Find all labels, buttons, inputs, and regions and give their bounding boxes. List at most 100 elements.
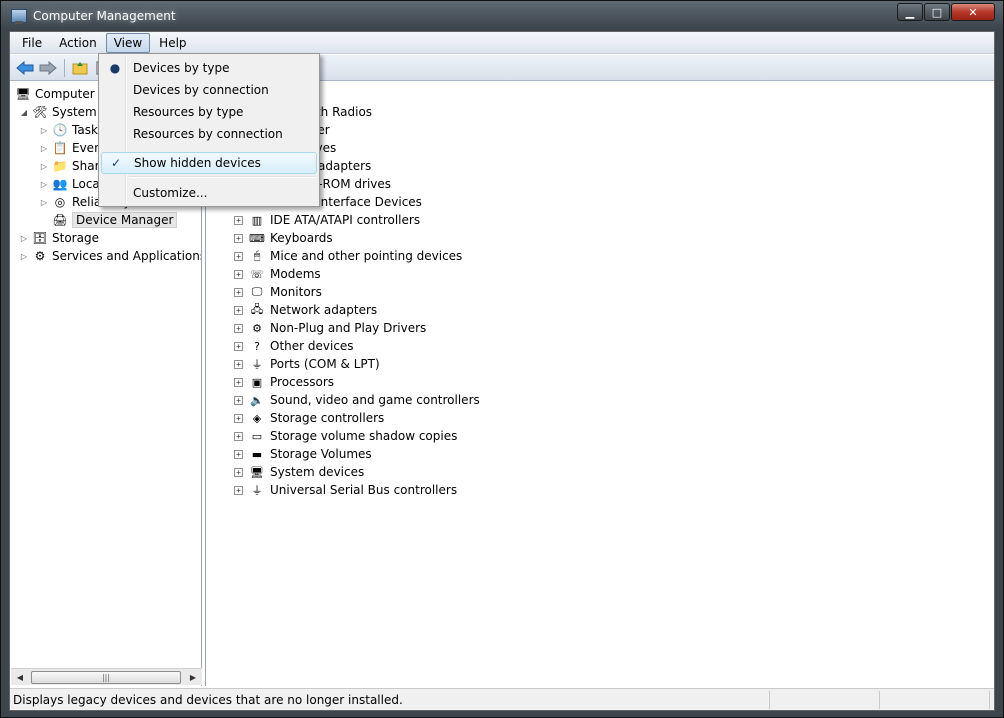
expand-plus-icon[interactable]: + (234, 395, 243, 405)
device-manager-icon: 🖨 (52, 213, 68, 227)
menu-item-devices-by-connection[interactable]: Devices by connection (101, 79, 317, 101)
tree-item-label: Services and Applications (52, 249, 202, 263)
device-category-row[interactable]: + 🖥 System devices (234, 463, 364, 481)
window-controls: ▁ □ ✕ (896, 3, 995, 23)
forward-arrow-icon[interactable] (37, 58, 59, 78)
expand-plus-icon[interactable]: + (234, 287, 243, 297)
system-device-icon: 🖥 (250, 465, 264, 479)
minimize-button[interactable]: ▁ (897, 3, 923, 21)
menu-item-devices-by-type[interactable]: ● Devices by type (101, 57, 317, 79)
device-category-label: Storage controllers (270, 411, 385, 425)
device-category-row[interactable]: + 🔈 Sound, video and game controllers (234, 391, 480, 409)
expand-arrow-icon[interactable]: ▷ (39, 197, 49, 207)
expand-plus-icon[interactable]: + (234, 413, 243, 423)
expand-arrow-icon[interactable]: ▷ (39, 143, 49, 153)
menu-view[interactable]: View (105, 32, 151, 53)
expand-plus-icon[interactable]: + (234, 341, 243, 351)
device-category-row[interactable]: + ◈ Storage controllers (234, 409, 384, 427)
services-icon: ⚙ (34, 249, 46, 263)
device-category-label: System devices (270, 465, 365, 479)
device-category-row[interactable]: + ? Other devices (234, 337, 354, 355)
collapse-arrow-icon[interactable]: ◢ (19, 107, 29, 117)
tree-item-label: Storage (52, 231, 99, 245)
up-folder-icon[interactable] (69, 58, 91, 78)
title-bar[interactable]: Computer Management ▁ □ ✕ (1, 1, 1003, 31)
expand-plus-icon[interactable]: + (234, 467, 243, 477)
device-category-label: Monitors (270, 285, 322, 299)
keyboard-icon: ⌨ (249, 231, 265, 245)
menu-item-label: Customize... (133, 186, 208, 200)
device-category-row[interactable]: + ⏚ Ports (COM & LPT) (234, 355, 380, 373)
driver-icon: ⚙ (252, 321, 262, 335)
close-button[interactable]: ✕ (951, 3, 995, 21)
ide-controller-icon: ▥ (251, 213, 263, 227)
menu-item-label: Resources by type (133, 105, 244, 119)
speaker-icon: 🔈 (250, 393, 264, 407)
expand-plus-icon[interactable]: + (234, 233, 243, 243)
users-icon: 👥 (52, 177, 68, 191)
expand-arrow-icon[interactable]: ▷ (19, 251, 29, 261)
device-category-row[interactable]: + ▭ Storage volume shadow copies (234, 427, 457, 445)
maximize-button[interactable]: □ (924, 3, 950, 21)
menu-help[interactable]: Help (151, 33, 194, 53)
storage-icon: 🗄 (32, 231, 48, 245)
menu-item-label: Show hidden devices (134, 156, 261, 170)
menu-item-show-hidden-devices[interactable]: ✓ Show hidden devices (101, 152, 317, 174)
expand-plus-icon[interactable]: + (234, 377, 243, 387)
clock-icon: 🕓 (52, 123, 68, 137)
toolbar-separator (64, 58, 65, 77)
device-category-row[interactable]: + ▥ IDE ATA/ATAPI controllers (234, 211, 420, 229)
tree-item-device-manager[interactable]: 🖨 Device Manager (52, 211, 178, 229)
expand-plus-icon[interactable]: + (234, 269, 243, 279)
status-cell (770, 690, 880, 709)
volume-icon: ▬ (251, 447, 263, 461)
expand-plus-icon[interactable]: + (234, 449, 243, 459)
menu-item-resources-by-connection[interactable]: Resources by connection (101, 123, 317, 145)
device-category-row[interactable]: + ⚙ Non-Plug and Play Drivers (234, 319, 426, 337)
device-category-row[interactable]: + ☏ Modems (234, 265, 321, 283)
event-viewer-icon: 📋 (52, 141, 68, 155)
device-category-row[interactable]: + 🖵 Monitors (234, 283, 322, 301)
menu-action[interactable]: Action (51, 33, 105, 53)
menu-file[interactable]: File (14, 33, 50, 53)
radio-selected-icon: ● (109, 61, 121, 75)
device-category-row[interactable]: + ⌨ Keyboards (234, 229, 333, 247)
expand-plus-icon[interactable]: + (234, 323, 243, 333)
expand-plus-icon[interactable]: + (234, 215, 243, 225)
expand-plus-icon[interactable]: + (234, 485, 243, 495)
device-category-label: Universal Serial Bus controllers (270, 483, 458, 497)
storage-controller-icon: ◈ (252, 411, 262, 425)
scroll-right-icon[interactable]: ▶ (186, 671, 200, 684)
device-category-label: Non-Plug and Play Drivers (270, 321, 427, 335)
expand-plus-icon[interactable]: + (234, 251, 243, 261)
device-category-row[interactable]: + 🖱 Mice and other pointing devices (234, 247, 462, 265)
device-category-label: Keyboards (270, 231, 333, 245)
device-category-row[interactable]: + ▣ Processors (234, 373, 334, 391)
shared-folders-icon: 📁 (52, 159, 68, 173)
horizontal-scrollbar[interactable]: ◀ ||| ▶ (11, 668, 202, 685)
expand-plus-icon[interactable]: + (234, 359, 243, 369)
back-arrow-icon[interactable] (14, 58, 36, 78)
device-category-row[interactable]: + ⏚ Universal Serial Bus controllers (234, 481, 457, 499)
tree-item-services-applications[interactable]: ▷ ⚙ Services and Applications (19, 247, 202, 265)
usb-icon: ⏚ (251, 484, 263, 497)
tree-item-storage[interactable]: ▷ 🗄 Storage (19, 229, 99, 247)
device-category-label: Sound, video and game controllers (270, 393, 480, 407)
window-title: Computer Management (33, 9, 176, 23)
expand-plus-icon[interactable]: + (234, 305, 243, 315)
expand-arrow-icon[interactable]: ▷ (39, 179, 49, 189)
device-category-label: IDE ATA/ATAPI controllers (270, 213, 421, 227)
menu-item-customize[interactable]: Customize... (101, 182, 317, 204)
tools-icon: 🛠 (32, 105, 48, 119)
device-category-row[interactable]: + ▬ Storage Volumes (234, 445, 372, 463)
device-category-label: Modems (270, 267, 321, 281)
expand-arrow-icon[interactable]: ▷ (39, 125, 49, 135)
menu-item-resources-by-type[interactable]: Resources by type (101, 101, 317, 123)
tree-item-label: Device Manager (72, 212, 178, 228)
scrollbar-thumb[interactable]: ||| (31, 671, 181, 684)
expand-arrow-icon[interactable]: ▷ (19, 233, 29, 243)
expand-arrow-icon[interactable]: ▷ (39, 161, 49, 171)
expand-plus-icon[interactable]: + (234, 431, 243, 441)
scroll-left-icon[interactable]: ◀ (13, 671, 27, 684)
device-category-row[interactable]: + 🖧 Network adapters (234, 301, 377, 319)
